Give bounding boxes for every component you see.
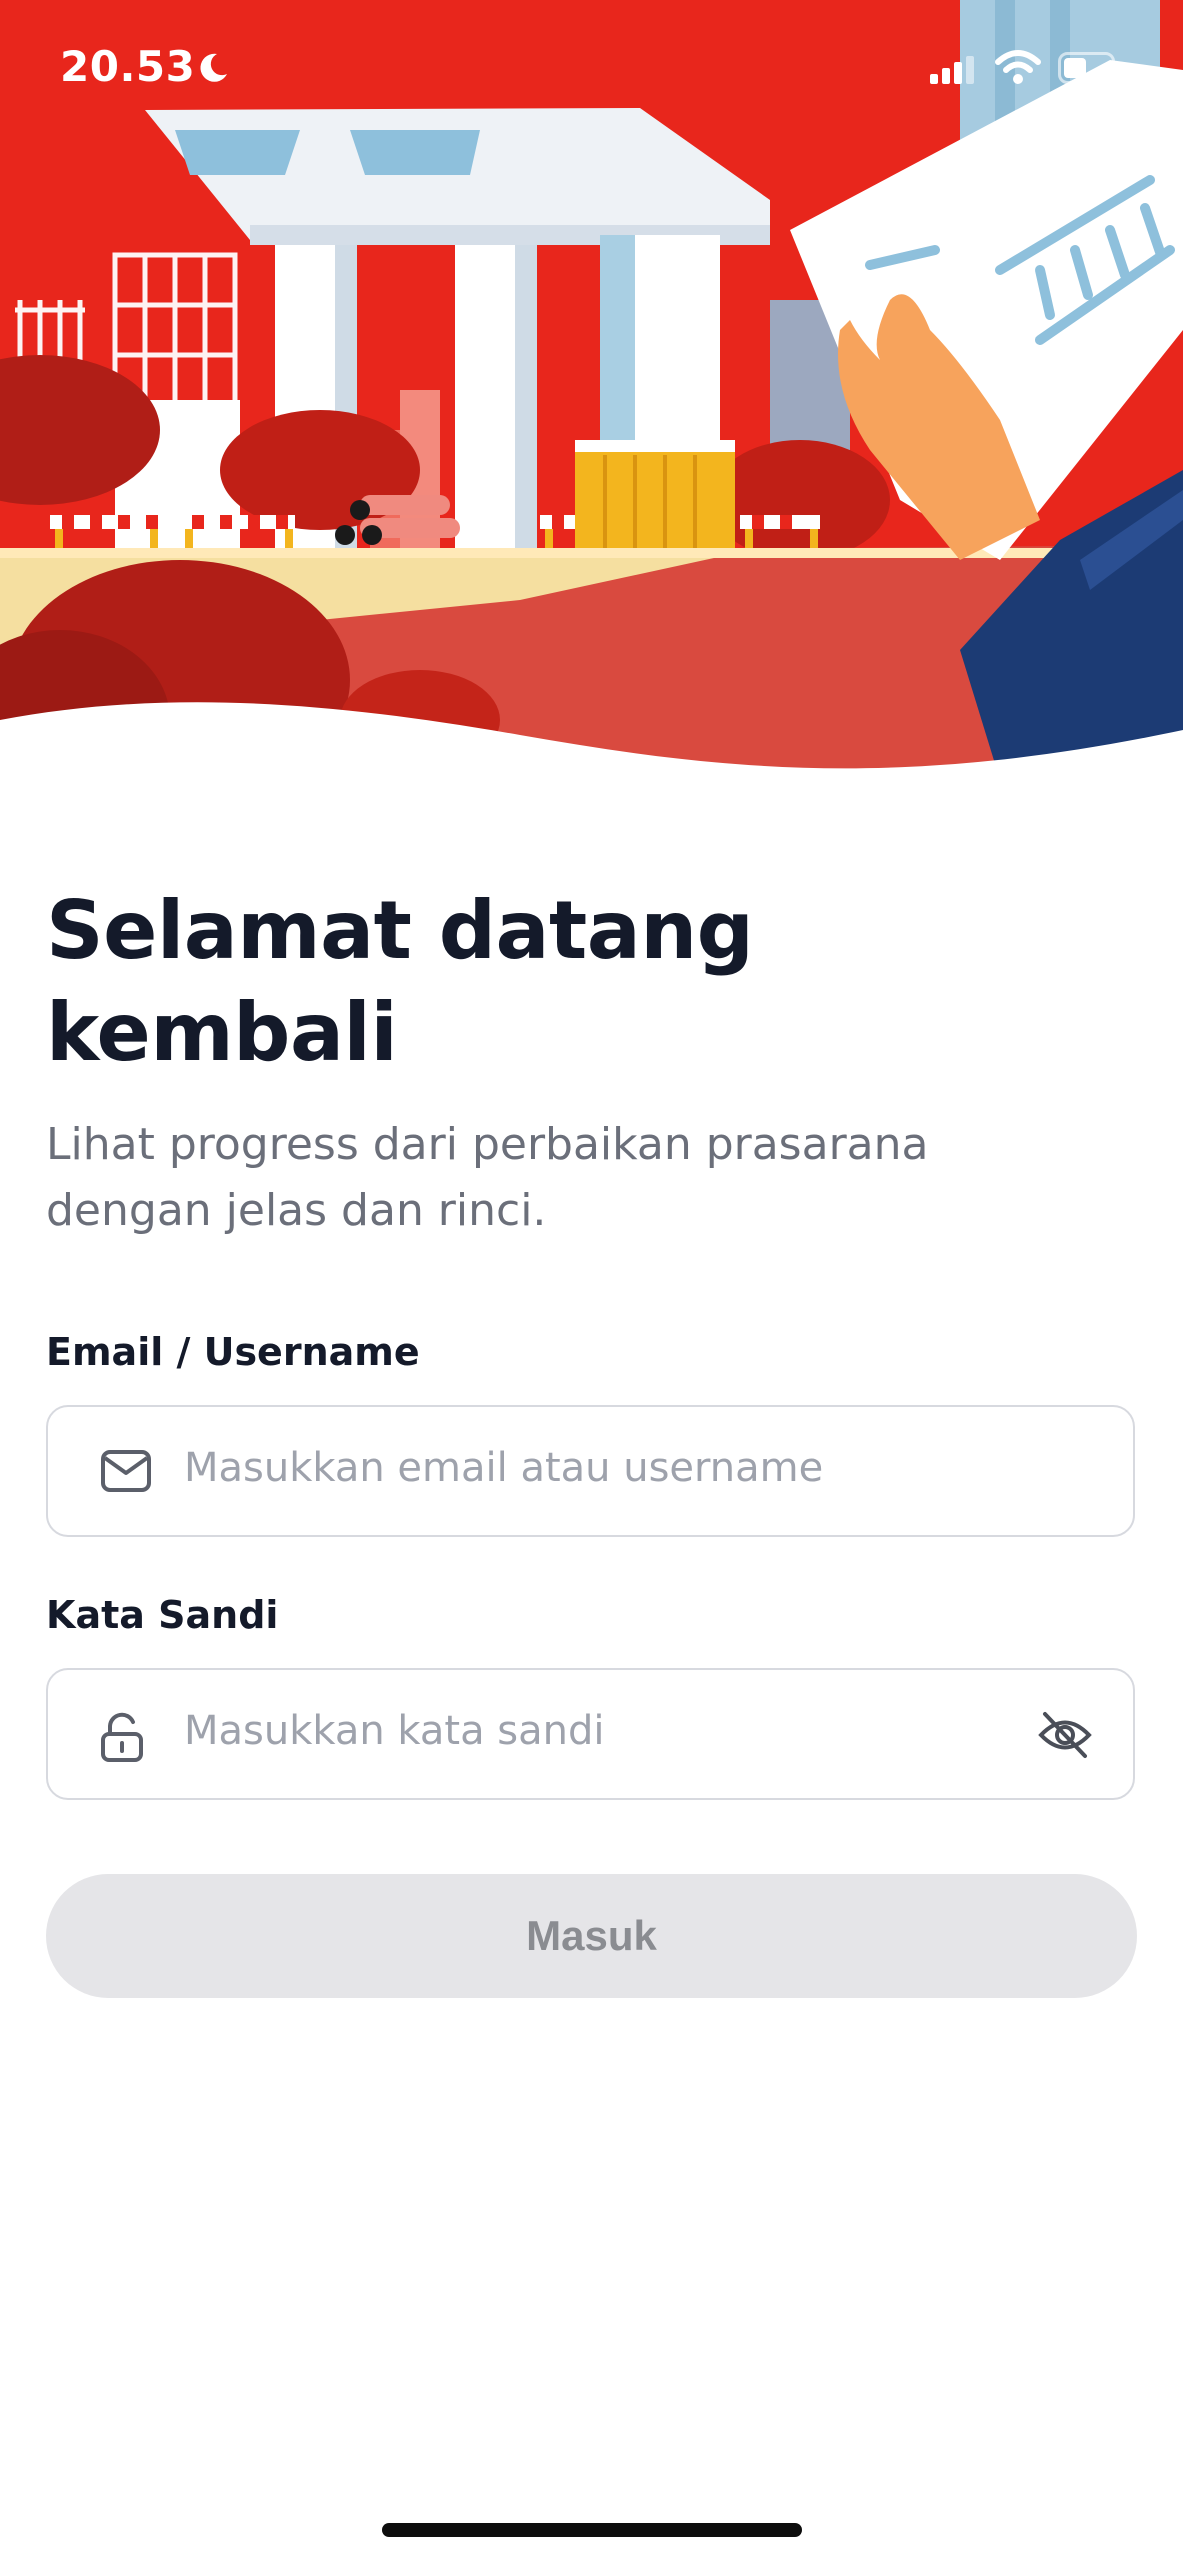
signal-icon xyxy=(930,56,974,84)
password-placeholder: Masukkan kata sandi xyxy=(184,1708,605,1754)
wifi-icon xyxy=(995,50,1041,84)
mail-icon xyxy=(101,1450,151,1492)
page-title: Selamat datang kembali xyxy=(46,880,1137,1084)
battery-icon xyxy=(1058,52,1121,84)
lock-icon xyxy=(101,1712,143,1762)
password-field[interactable]: Masukkan kata sandi xyxy=(46,1668,1135,1800)
status-bar: 20.53 xyxy=(0,0,1183,140)
eye-off-icon[interactable] xyxy=(1037,1710,1093,1760)
email-label: Email / Username xyxy=(46,1330,420,1374)
status-time: 20.53 xyxy=(60,42,196,91)
login-button[interactable]: Masuk xyxy=(46,1874,1137,1998)
email-placeholder: Masukkan email atau username xyxy=(184,1445,824,1491)
moon-icon xyxy=(200,53,227,82)
home-indicator xyxy=(382,2523,802,2537)
page-subtitle: Lihat progress dari perbaikan prasarana … xyxy=(46,1119,929,1236)
title-line-2: kembali xyxy=(46,986,398,1079)
password-label: Kata Sandi xyxy=(46,1593,279,1637)
title-line-1: Selamat datang xyxy=(46,884,754,977)
email-field[interactable]: Masukkan email atau username xyxy=(46,1405,1135,1537)
welcome-section: Selamat datang kembali Lihat progress da… xyxy=(46,880,1137,1244)
